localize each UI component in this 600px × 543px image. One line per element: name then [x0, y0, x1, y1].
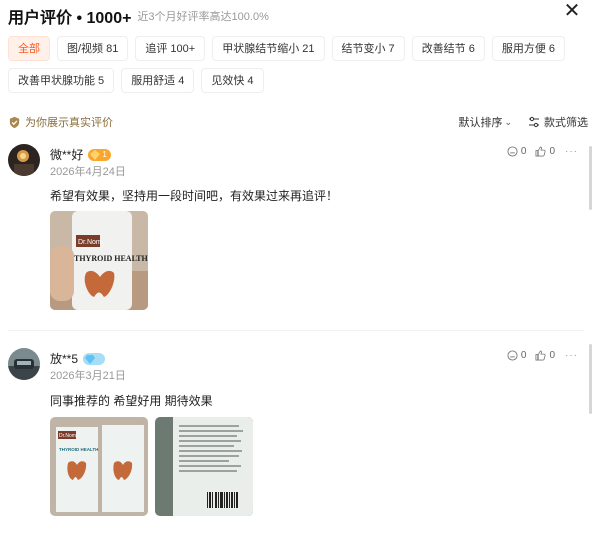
username: 微**好 1: [50, 146, 111, 163]
review-divider: [8, 330, 584, 331]
neutral-face-icon: [507, 350, 518, 361]
review-item: 放**5 2026年3月21日 0 0 ··· 同事推荐的 希望好用 期待效果 …: [8, 348, 584, 528]
username-text: 放**5: [50, 352, 79, 366]
review-tag-filters: 全部 图/视频 81 追评 100+ 甲状腺结节缩小 21 结节变小 7 改善结…: [8, 36, 568, 93]
verified-text: 为你展示真实评价: [25, 117, 113, 129]
level-gem-icon: [90, 149, 101, 160]
review-date: 2026年3月21日: [50, 370, 126, 382]
like-count: 0: [549, 350, 555, 361]
review-date: 2026年4月24日: [50, 166, 126, 178]
tag-follow-up[interactable]: 追评 100+: [135, 36, 206, 61]
filter-icon: [529, 116, 539, 128]
sort-dropdown[interactable]: 默认排序 ⌄: [458, 114, 512, 130]
review-actions: 0 0 ···: [498, 146, 578, 157]
member-badge: [83, 352, 106, 365]
scrollbar-thumb[interactable]: [589, 146, 592, 210]
neutral-face-icon: [507, 146, 518, 157]
header: 用户评价 • 1000+ 近3个月好评率高达100.0%: [8, 4, 592, 28]
thumbs-up-icon: [535, 350, 546, 361]
member-level: 1: [102, 149, 107, 159]
style-filter-button[interactable]: 款式筛选: [528, 114, 588, 130]
sort-label: 默认排序: [458, 117, 503, 129]
avatar[interactable]: [8, 144, 40, 176]
photo-product-text: THYROID HEALTH: [74, 254, 148, 263]
more-options-icon[interactable]: ···: [565, 146, 578, 157]
review-item: 微**好 1 2026年4月24日 0 0 ··· 希望有效果，坚持用一段时间吧…: [8, 144, 584, 320]
member-badge: 1: [88, 148, 111, 161]
more-options-icon[interactable]: ···: [565, 350, 578, 361]
username-text: 微**好: [50, 148, 84, 162]
verified-reviews-note: 为你展示真实评价: [8, 114, 113, 130]
dislike-count: 0: [520, 350, 527, 361]
verified-shield-icon: [9, 116, 20, 128]
tag-easy-to-take[interactable]: 服用方便 6: [491, 36, 566, 61]
page-title: 用户评价 • 1000+: [8, 10, 132, 27]
thumbs-up-icon: [535, 146, 546, 157]
tag-all[interactable]: 全部: [8, 36, 50, 61]
sort-bar: 默认排序 ⌄ 款式筛选: [458, 114, 588, 130]
review-text: 希望有效果，坚持用一段时间吧，有效果过来再追评！: [50, 189, 339, 203]
tag-improve-nodule[interactable]: 改善结节 6: [411, 36, 485, 61]
close-icon[interactable]: ✕: [562, 0, 582, 24]
tag-nodule-smaller[interactable]: 结节变小 7: [331, 36, 405, 61]
photo-product-text: THYROID HEALTH: [59, 447, 98, 452]
dislike-count: 0: [520, 146, 527, 157]
like-count: 0: [549, 146, 555, 157]
photo-brand-text: Dr.Nom: [59, 433, 76, 439]
style-filter-label: 款式筛选: [544, 117, 588, 129]
chevron-down-icon: ⌄: [504, 116, 512, 127]
tag-comfortable[interactable]: 服用舒适 4: [121, 68, 195, 93]
avatar[interactable]: [8, 348, 40, 380]
like-button[interactable]: 0: [535, 350, 555, 361]
tag-fast-effect[interactable]: 见效快 4: [201, 68, 264, 93]
review-photo[interactable]: [155, 417, 253, 516]
tag-nodule-shrink[interactable]: 甲状腺结节缩小 21: [212, 36, 325, 61]
dislike-button[interactable]: 0: [507, 146, 527, 157]
tag-photo-video[interactable]: 图/视频 81: [57, 36, 129, 61]
diamond-icon: [85, 354, 96, 364]
review-text: 同事推荐的 希望好用 期待效果: [50, 394, 213, 408]
username: 放**5: [50, 350, 106, 367]
review-actions: 0 0 ···: [498, 350, 578, 361]
review-photo[interactable]: Dr.Nom THYROID HEALTH: [50, 211, 148, 310]
photo-brand-text: Dr.Nom: [78, 239, 102, 246]
dislike-button[interactable]: 0: [507, 350, 527, 361]
review-photo[interactable]: Dr.Nom THYROID HEALTH: [50, 417, 148, 516]
scrollbar-thumb[interactable]: [589, 344, 592, 414]
positive-rate-subtitle: 近3个月好评率高达100.0%: [137, 11, 269, 23]
like-button[interactable]: 0: [535, 146, 555, 157]
tag-improve-thyroid[interactable]: 改善甲状腺功能 5: [8, 68, 115, 93]
